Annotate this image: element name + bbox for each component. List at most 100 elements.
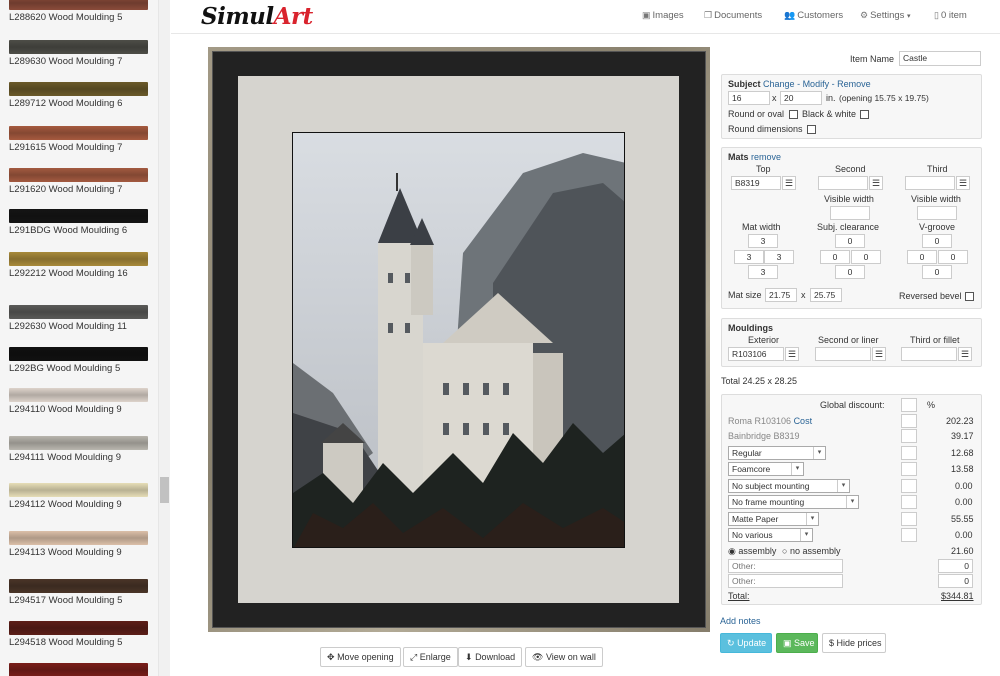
vgroove-left-input[interactable]: 0 [907, 250, 937, 264]
moulding-item[interactable]: L291BDG Wood Moulding 6 [9, 209, 148, 236]
mat-second-menu-icon[interactable]: ☰ [869, 176, 883, 190]
nav-documents[interactable]: ❐ Documents [704, 10, 762, 21]
update-button[interactable]: ↻ Update [720, 633, 772, 653]
vgroove-top-input[interactable]: 0 [922, 234, 952, 248]
moulding-item[interactable] [9, 663, 148, 676]
line-discount-input[interactable] [901, 462, 917, 476]
mat-width-left-input[interactable]: 3 [734, 250, 764, 264]
mats-remove-link[interactable]: remove [751, 152, 781, 162]
nav-cart[interactable]: ▯ 0 item [934, 10, 967, 21]
second-visible-width-input[interactable] [830, 206, 870, 220]
download-button[interactable]: ⬇ Download [458, 647, 523, 667]
hide-prices-button[interactable]: $ Hide prices [822, 633, 886, 653]
line-discount-input[interactable] [901, 528, 917, 542]
mat-size-width-input[interactable]: 21.75 [765, 288, 797, 302]
line-discount-input[interactable] [901, 429, 917, 443]
second-liner-input[interactable] [815, 347, 871, 361]
radio-checked-icon[interactable]: ◉ [728, 546, 736, 556]
mat-second-code-input[interactable] [818, 176, 868, 190]
global-discount-input[interactable] [901, 398, 917, 412]
clearance-bottom-input[interactable]: 0 [835, 265, 865, 279]
subject-height-input[interactable]: 20 [780, 91, 822, 105]
third-visible-width-input[interactable] [917, 206, 957, 220]
save-button[interactable]: ▣ Save [776, 633, 818, 653]
round-dimensions-checkbox[interactable] [807, 125, 816, 134]
second-liner-menu-icon[interactable]: ☰ [872, 347, 886, 361]
moulding-item[interactable]: L294110 Wood Moulding 9 [9, 388, 148, 415]
moulding-item[interactable]: L294517 Wood Moulding 5 [9, 579, 148, 606]
mat-width-top-input[interactable]: 3 [748, 234, 778, 248]
subject-mounting-select[interactable]: No subject mounting ▾ [728, 479, 850, 493]
line-discount-input[interactable] [901, 414, 917, 428]
mat-top-code-input[interactable]: B8319 [731, 176, 781, 190]
moulding-item[interactable]: L288620 Wood Moulding 5 [9, 0, 148, 23]
subject-width-input[interactable]: 16 [728, 91, 770, 105]
other-1-price-input[interactable]: 0 [938, 559, 973, 573]
mat-top-menu-icon[interactable]: ☰ [782, 176, 796, 190]
moulding-item[interactable]: L289712 Wood Moulding 6 [9, 82, 148, 109]
line-discount-input[interactable] [901, 495, 917, 509]
line-discount-input[interactable] [901, 479, 917, 493]
moulding-item[interactable]: L294112 Wood Moulding 9 [9, 483, 148, 510]
moulding-item[interactable]: L292212 Wood Moulding 16 [9, 252, 148, 279]
line-discount-input[interactable] [901, 446, 917, 460]
move-opening-button[interactable]: ✥ Move opening [320, 647, 401, 667]
cost-link[interactable]: Cost [794, 416, 813, 426]
add-notes-link[interactable]: Add notes [720, 616, 761, 626]
moulding-item[interactable]: L291615 Wood Moulding 7 [9, 126, 148, 153]
third-fillet-input[interactable] [901, 347, 957, 361]
round-oval-checkbox[interactable] [789, 110, 798, 119]
various-select[interactable]: No various ▾ [728, 528, 813, 542]
moulding-item[interactable]: L291620 Wood Moulding 7 [9, 168, 148, 195]
frame-mounting-select[interactable]: No frame mounting ▾ [728, 495, 859, 509]
clearance-left-input[interactable]: 0 [820, 250, 850, 264]
vgroove-bottom-input[interactable]: 0 [922, 265, 952, 279]
paper-select[interactable]: Matte Paper ▾ [728, 512, 819, 526]
total-size: Total 24.25 x 28.25 [721, 376, 798, 386]
subject-modify-link[interactable]: Modify [803, 79, 830, 89]
black-white-checkbox[interactable] [860, 110, 869, 119]
exterior-code-input[interactable]: R103106 [728, 347, 784, 361]
moulding-item[interactable]: L294113 Wood Moulding 9 [9, 531, 148, 558]
vgroove-right-input[interactable]: 0 [938, 250, 968, 264]
clearance-top-input[interactable]: 0 [835, 234, 865, 248]
assembly-option[interactable]: ◉ assembly [728, 546, 776, 557]
no-assembly-option[interactable]: ○ no assembly [782, 546, 840, 556]
reversed-bevel-checkbox[interactable] [965, 292, 974, 301]
moulding-swatch [9, 82, 148, 96]
percent-sign: % [927, 400, 936, 410]
moulding-item[interactable]: L289630 Wood Moulding 7 [9, 40, 148, 67]
subject-remove-link[interactable]: Remove [837, 79, 871, 89]
black-white-label: Black & white [802, 109, 857, 119]
other-2-input[interactable] [728, 574, 843, 588]
mat-width-bottom-input[interactable]: 3 [748, 265, 778, 279]
view-on-wall-button[interactable]: 👁 View on wall [525, 647, 603, 667]
mat-third-menu-icon[interactable]: ☰ [956, 176, 970, 190]
radio-unchecked-icon[interactable]: ○ [782, 546, 787, 556]
exterior-menu-icon[interactable]: ☰ [785, 347, 799, 361]
mat-width-right-input[interactable]: 3 [764, 250, 794, 264]
third-fillet-menu-icon[interactable]: ☰ [958, 347, 972, 361]
moulding-item[interactable]: L294518 Wood Moulding 5 [9, 621, 148, 648]
moulding-item[interactable]: L292BG Wood Moulding 5 [9, 347, 148, 374]
subject-change-link[interactable]: Change [763, 79, 795, 89]
mat-size-label: Mat size [728, 290, 762, 300]
mat-third-code-input[interactable] [905, 176, 955, 190]
enlarge-button[interactable]: ⤢ Enlarge [403, 647, 458, 667]
mat-size-height-input[interactable]: 25.75 [810, 288, 842, 302]
item-name-input[interactable]: Castle [899, 51, 981, 66]
nav-settings[interactable]: ⚙ Settings ▾ [860, 10, 911, 21]
backing-select[interactable]: Foamcore ▾ [728, 462, 804, 476]
nav-customers[interactable]: 👥 Customers [784, 10, 843, 21]
other-1-input[interactable] [728, 559, 843, 573]
sidebar-scrollbar[interactable] [158, 0, 170, 676]
glass-select[interactable]: Regular ▾ [728, 446, 826, 460]
nav-images[interactable]: ▣ Images [642, 10, 684, 21]
line-discount-input[interactable] [901, 512, 917, 526]
clearance-right-input[interactable]: 0 [851, 250, 881, 264]
simulart-logo[interactable]: SimulArt [201, 3, 313, 30]
other-2-price-input[interactable]: 0 [938, 574, 973, 588]
sidebar-scroll-thumb[interactable] [160, 477, 169, 503]
moulding-item[interactable]: L292630 Wood Moulding 11 [9, 305, 148, 332]
moulding-item[interactable]: L294111 Wood Moulding 9 [9, 436, 148, 463]
